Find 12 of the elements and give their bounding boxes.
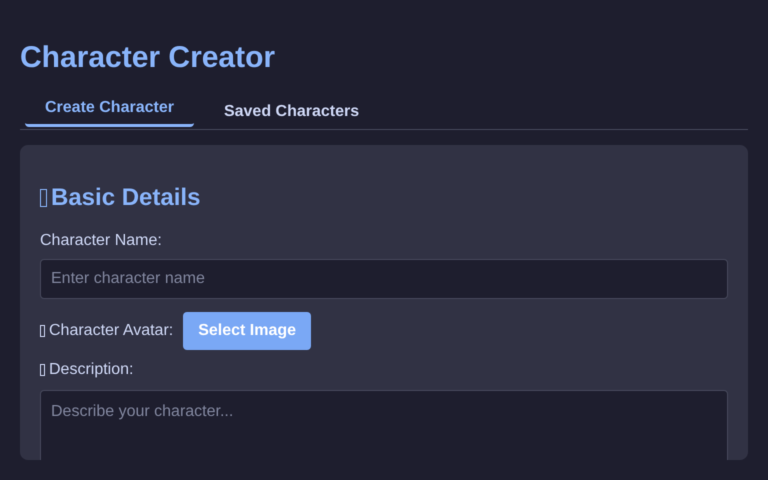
missing-glyph-icon — [40, 364, 45, 376]
missing-glyph-icon — [40, 189, 47, 207]
field-label: Character Name: — [40, 231, 163, 251]
section-heading: Basic Details — [51, 183, 200, 213]
description-field[interactable]: Describe your character... — [40, 390, 728, 460]
page-title: Character Creator — [20, 40, 276, 76]
input-field[interactable]: Enter character name — [40, 259, 728, 299]
field-label: Description: — [49, 360, 134, 380]
field-label: Character Avatar: — [49, 321, 174, 341]
tab[interactable]: Saved Characters — [204, 94, 380, 129]
missing-glyph-icon — [40, 325, 45, 337]
tab[interactable]: Create Character — [25, 92, 194, 127]
